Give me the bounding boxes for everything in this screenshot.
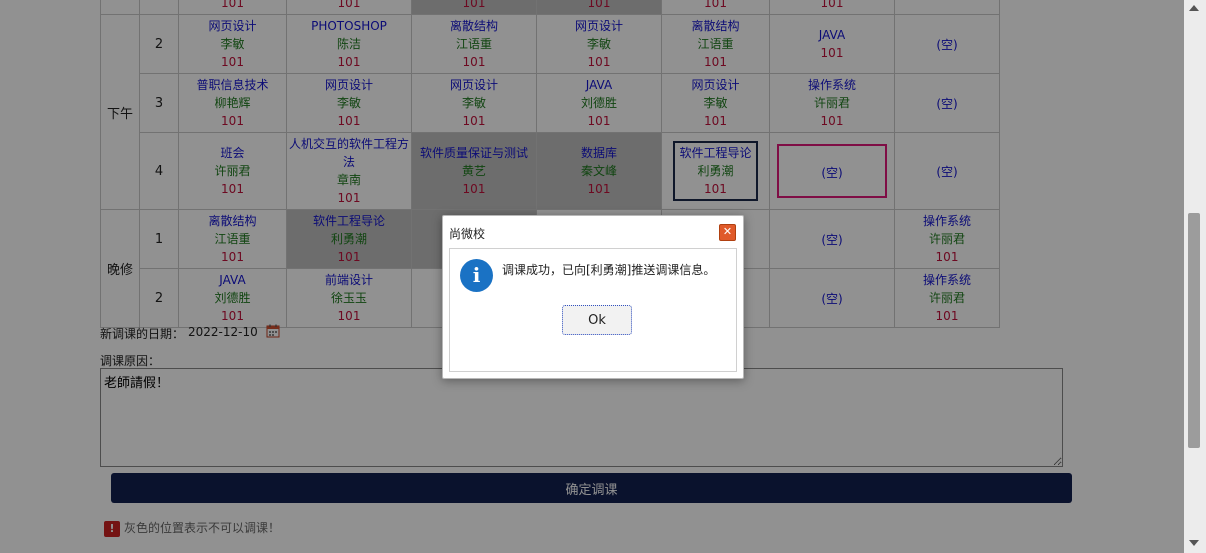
scroll-up-arrow-icon[interactable] — [1189, 5, 1199, 11]
close-icon[interactable]: ✕ — [719, 224, 736, 241]
success-dialog: 尚微校 ✕ i 调课成功，已向[利勇潮]推送调课信息。 Ok — [442, 215, 744, 379]
ok-button[interactable]: Ok — [562, 305, 632, 335]
dialog-message: 调课成功，已向[利勇潮]推送调课信息。 — [502, 263, 716, 277]
dialog-body: i 调课成功，已向[利勇潮]推送调课信息。 Ok — [449, 248, 737, 372]
vertical-scrollbar[interactable] — [1184, 0, 1206, 553]
info-icon: i — [460, 259, 493, 292]
scrollbar-thumb[interactable] — [1188, 213, 1200, 448]
dialog-title: 尚微校 — [449, 227, 486, 241]
scroll-down-arrow-icon[interactable] — [1189, 540, 1199, 546]
